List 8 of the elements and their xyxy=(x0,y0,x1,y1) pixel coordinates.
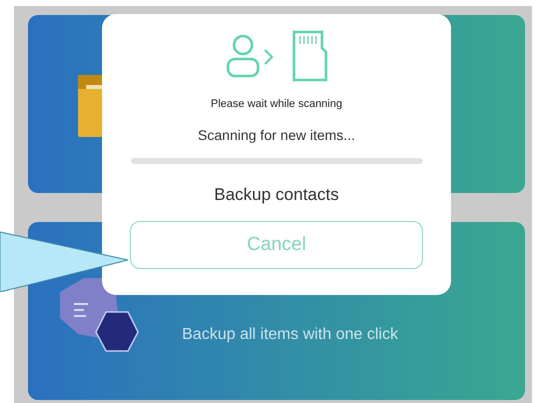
action-label: Backup contacts xyxy=(214,184,339,206)
dialog-subtitle: Please wait while scanning xyxy=(210,97,342,112)
sd-card-icon xyxy=(290,30,328,82)
cancel-button[interactable]: Cancel xyxy=(130,221,423,269)
person-icon xyxy=(224,34,274,78)
card-description: Backup all items with one click xyxy=(182,325,398,345)
status-text: Scanning for new items... xyxy=(198,126,356,145)
folder-icon xyxy=(78,75,102,137)
